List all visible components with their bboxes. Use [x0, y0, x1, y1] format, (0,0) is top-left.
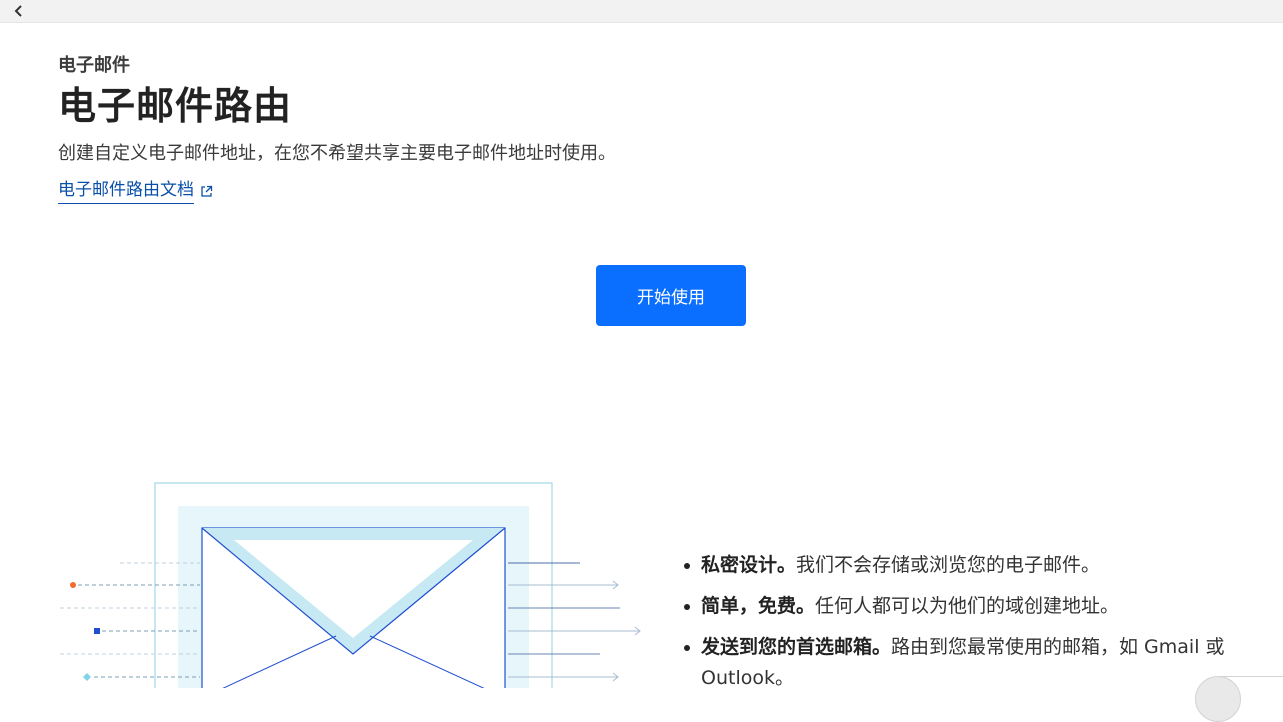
docs-link-label: 电子邮件路由文档 [58, 178, 194, 204]
chevron-left-icon [14, 5, 22, 17]
corner-divider [1218, 676, 1283, 677]
feature-item: 发送到您的首选邮箱。路由到您最常使用的邮箱，如 Gmail 或 Outlook。 [680, 632, 1270, 694]
docs-link[interactable]: 电子邮件路由文档 [58, 178, 213, 204]
page-title: 电子邮件路由 [58, 84, 293, 128]
feature-item: 简单，免费。任何人都可以为他们的域创建地址。 [680, 591, 1270, 622]
external-link-icon [201, 185, 213, 197]
feature-text: 任何人都可以为他们的域创建地址。 [815, 595, 1120, 617]
feature-title: 简单，免费。 [701, 595, 816, 617]
floating-avatar[interactable] [1195, 676, 1241, 722]
feature-text: 我们不会存储或浏览您的电子邮件。 [796, 554, 1101, 576]
section-eyebrow: 电子邮件 [58, 55, 130, 76]
get-started-button[interactable]: 开始使用 [596, 265, 746, 326]
feature-list: 私密设计。我们不会存储或浏览您的电子邮件。 简单，免费。任何人都可以为他们的域创… [680, 550, 1270, 704]
feature-item: 私密设计。我们不会存储或浏览您的电子邮件。 [680, 550, 1270, 581]
feature-title: 私密设计。 [701, 554, 797, 576]
back-button[interactable] [9, 2, 29, 20]
top-bar [0, 0, 1283, 23]
page-subtitle: 创建自定义电子邮件地址，在您不希望共享主要电子邮件地址时使用。 [58, 143, 616, 164]
envelope-illustration [60, 482, 641, 688]
feature-title: 发送到您的首选邮箱。 [701, 636, 892, 658]
